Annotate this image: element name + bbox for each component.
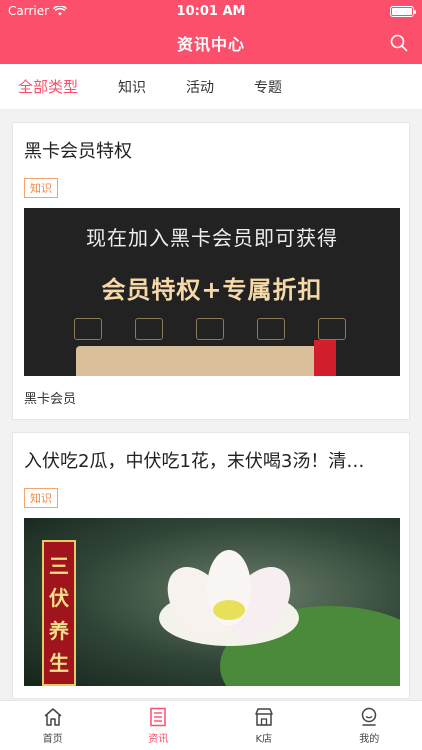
ribbon-graphic (314, 340, 336, 376)
article-source: 黑卡会员 (24, 392, 77, 407)
top-header: Carrier 10:01 AM 资讯中心 (0, 0, 422, 64)
article-title: 黑卡会员特权 (24, 141, 132, 162)
image-banner: 三 伏 养 生 (42, 540, 76, 686)
store-icon (255, 708, 273, 726)
bottom-tab-bar: 首页 资讯 K店 我的 (0, 700, 422, 750)
tab-topic[interactable]: 专题 (254, 77, 282, 97)
tab-knowledge[interactable]: 知识 (118, 77, 146, 97)
search-icon[interactable] (390, 34, 408, 52)
badge-icon (257, 318, 285, 340)
navbar: 资讯中心 (0, 22, 422, 64)
category-tabs: 全部类型 知识 活动 专题 (0, 64, 422, 110)
battery-icon (390, 5, 416, 17)
status-time: 10:01 AM (176, 3, 246, 19)
bottom-tab-label: 我的 (359, 734, 380, 745)
home-icon (44, 708, 62, 726)
vip-card-graphic (76, 346, 336, 376)
article-card[interactable]: 入伏吃2瓜，中伏吃1花，末伏喝3汤！清… 知识 三 伏 养 生 (12, 432, 410, 699)
article-tag: 知识 (24, 178, 58, 198)
profile-icon (362, 707, 377, 726)
status-bar: Carrier 10:01 AM (0, 0, 422, 22)
article-image: 现在加入黑卡会员即可获得 会员特权+专属折扣 (24, 208, 400, 376)
article-image: 三 伏 养 生 (24, 518, 400, 686)
bottom-tab-label: K店 (255, 734, 273, 745)
badge-icon (196, 318, 224, 340)
image-badges (74, 318, 346, 340)
bottom-tab-home[interactable]: 首页 (0, 701, 106, 750)
article-tag: 知识 (24, 488, 58, 508)
bottom-tab-label: 资讯 (148, 734, 169, 745)
article-feed[interactable]: 黑卡会员特权 知识 现在加入黑卡会员即可获得 会员特权+专属折扣 黑卡会员 入伏… (0, 110, 422, 700)
badge-icon (135, 318, 163, 340)
badge-icon (318, 318, 346, 340)
bottom-tab-label: 首页 (42, 734, 63, 745)
tab-activity[interactable]: 活动 (186, 77, 214, 97)
image-caption-top: 现在加入黑卡会员即可获得 (86, 226, 338, 250)
article-title: 入伏吃2瓜，中伏吃1花，末伏喝3汤！清… (24, 451, 365, 472)
bottom-tab-store[interactable]: K店 (211, 701, 317, 750)
bottom-tab-profile[interactable]: 我的 (317, 701, 422, 750)
page-title: 资讯中心 (176, 35, 245, 54)
news-icon (150, 707, 166, 727)
badge-icon (74, 318, 102, 340)
tab-all-types[interactable]: 全部类型 (18, 76, 78, 97)
image-caption-main: 会员特权+专属折扣 (101, 276, 323, 304)
bottom-tab-news[interactable]: 资讯 (106, 701, 212, 750)
article-card[interactable]: 黑卡会员特权 知识 现在加入黑卡会员即可获得 会员特权+专属折扣 黑卡会员 (12, 122, 410, 420)
lotus-flower-graphic (159, 550, 299, 646)
